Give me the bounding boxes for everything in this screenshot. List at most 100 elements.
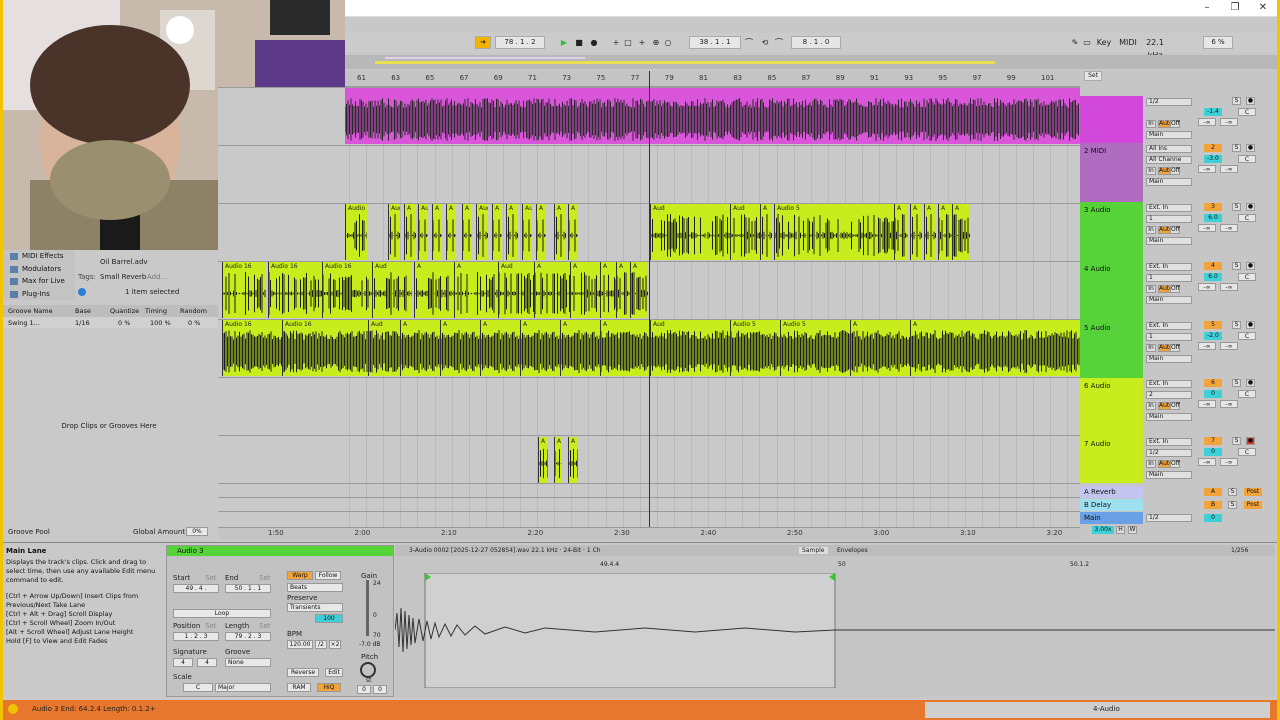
monitor-off[interactable]: Off — [1170, 285, 1180, 293]
arrangement-clip[interactable]: A — [404, 204, 416, 260]
song-position[interactable]: 78 . 1 . 2 — [495, 36, 545, 49]
send-b[interactable]: -∞ — [1220, 165, 1238, 173]
arrangement-clip[interactable]: Aud — [650, 320, 730, 376]
track-header[interactable]: 5 Audio — [1080, 320, 1143, 378]
play-icon[interactable]: ▶ — [558, 36, 570, 49]
capture-icon[interactable]: ⊕ — [651, 36, 661, 49]
arm-button[interactable]: ● — [1246, 262, 1255, 270]
monitor-in[interactable]: In — [1146, 460, 1156, 468]
computer-keyboard-icon[interactable]: ▭ — [1082, 36, 1092, 49]
edit-button[interactable]: Edit — [325, 668, 343, 677]
arrangement-clip[interactable]: A — [446, 204, 456, 260]
solo-button[interactable]: S — [1232, 262, 1241, 270]
monitor-in[interactable]: In — [1146, 167, 1156, 175]
return-activator[interactable]: A — [1204, 488, 1222, 496]
send-a[interactable]: -∞ — [1198, 224, 1216, 232]
arrangement-clip[interactable]: A — [600, 262, 616, 318]
position-set[interactable]: Set — [205, 622, 217, 630]
arrangement-clip[interactable]: A — [850, 320, 910, 376]
scale-mode[interactable]: Major — [215, 683, 271, 692]
arrangement-clip[interactable]: A — [492, 204, 502, 260]
arrangement-clip[interactable]: Aud — [650, 204, 730, 260]
browser-category[interactable]: Modulators — [22, 265, 61, 273]
arrangement-clip[interactable]: Audio 16 — [282, 320, 368, 376]
send-a[interactable]: -∞ — [1198, 400, 1216, 408]
record-icon[interactable]: ● — [588, 36, 600, 49]
hiq-button[interactable]: HiQ — [317, 683, 341, 692]
solo-button[interactable]: S — [1232, 321, 1241, 329]
arrangement-clip[interactable]: A — [538, 437, 548, 483]
arrangement-clip[interactable]: A — [910, 204, 922, 260]
length-field[interactable]: 79 . 2 . 3 — [225, 632, 271, 641]
time-ruler[interactable]: 1:50 2:00 2:10 2:20 2:30 2:40 2:50 3:00 3:10 3:20 — [218, 527, 1080, 539]
output-routing[interactable]: Main — [1146, 413, 1192, 421]
arrangement-clip[interactable]: Audio 16 — [268, 262, 322, 318]
input-channel[interactable]: 2 — [1146, 391, 1192, 399]
width-toggle[interactable]: W — [1128, 526, 1137, 534]
loop-start[interactable]: 38 . 1 . 1 — [689, 36, 741, 49]
arm-button[interactable]: ● — [1246, 379, 1255, 387]
arrangement-clip[interactable]: A — [600, 320, 650, 376]
double-bpm-button[interactable]: ×2 — [329, 640, 341, 649]
arrangement-clip[interactable]: A — [570, 262, 600, 318]
monitor-off[interactable]: Off — [1170, 402, 1180, 410]
return-post[interactable]: Post — [1244, 488, 1262, 496]
punch-out-icon[interactable]: ⌒ — [773, 36, 785, 49]
arrangement-clip[interactable]: Audio 5 — [774, 204, 894, 260]
set-button[interactable]: Set — [1084, 71, 1102, 81]
tag-chip[interactable]: Small Reverb — [100, 273, 146, 281]
volume-field[interactable]: 0 — [1204, 448, 1222, 456]
volume-field[interactable]: 6.0 — [1204, 273, 1222, 281]
arrangement-clip[interactable] — [345, 88, 1080, 144]
track-activator[interactable]: 2 — [1204, 144, 1222, 152]
input-channel[interactable]: 1 — [1146, 215, 1192, 223]
return-activator[interactable]: B — [1204, 501, 1222, 509]
start-field[interactable]: 49 . 4 . — [173, 584, 219, 593]
input-type[interactable]: Ext. In — [1146, 263, 1192, 271]
sample-editor[interactable]: 3-Audio 0002 [2025-12-27 052854].wav 22.… — [395, 545, 1275, 697]
send-a[interactable]: -∞ — [1198, 342, 1216, 350]
position-field[interactable]: 1 . 2 . 3 — [173, 632, 219, 641]
transients-select[interactable]: Transients — [287, 603, 343, 612]
reverse-button[interactable]: Reverse — [287, 668, 319, 677]
pitch-knob[interactable] — [360, 662, 376, 678]
browser-file[interactable]: Oil Barrel.adv — [100, 258, 148, 266]
send-a[interactable]: -∞ — [1198, 165, 1216, 173]
half-bpm-button[interactable]: /2 — [315, 640, 327, 649]
arrangement-clip[interactable]: A — [630, 262, 648, 318]
output-routing[interactable]: Main — [1146, 237, 1192, 245]
volume-field[interactable]: 0 — [1204, 390, 1222, 398]
scale-root[interactable]: C — [183, 683, 213, 692]
end-field[interactable]: 50 . 1 . 1 — [225, 584, 271, 593]
return-post[interactable]: Post — [1244, 501, 1262, 509]
arrangement-clip[interactable]: A — [568, 437, 578, 483]
arrangement-clip[interactable]: Aud — [498, 262, 534, 318]
solo-button[interactable]: S — [1232, 437, 1241, 445]
return-solo[interactable]: S — [1228, 488, 1237, 496]
pan-field[interactable]: C — [1238, 332, 1256, 340]
pan-field[interactable]: C — [1238, 155, 1256, 163]
pitch-semitones[interactable]: 0 — [357, 685, 371, 694]
input-channel[interactable]: 1 — [1146, 333, 1192, 341]
restore-button[interactable]: ❐ — [1228, 2, 1242, 14]
end-set[interactable]: Set — [259, 574, 271, 582]
track-header[interactable]: 2 MIDI — [1080, 143, 1143, 202]
arm-button[interactable]: ● — [1246, 97, 1255, 105]
track-activator[interactable]: 7 — [1204, 437, 1222, 445]
main-output[interactable]: 1/2 — [1146, 514, 1192, 522]
output-routing[interactable]: Main — [1146, 296, 1192, 304]
return-solo[interactable]: S — [1228, 501, 1237, 509]
monitor-off[interactable]: Off — [1170, 344, 1180, 352]
arrangement-clip[interactable]: Aud — [476, 204, 488, 260]
browser-category[interactable]: MIDI Effects — [22, 252, 64, 260]
close-button[interactable]: ✕ — [1256, 2, 1270, 14]
send-a[interactable]: -∞ — [1198, 118, 1216, 126]
gain-slider[interactable] — [366, 580, 369, 636]
monitor-in[interactable]: In — [1146, 344, 1156, 352]
track-header[interactable] — [1080, 96, 1143, 143]
pan-field[interactable]: C — [1238, 108, 1256, 116]
midi-map-button[interactable]: MIDI — [1119, 36, 1137, 49]
arrangement-clip[interactable]: Aud — [522, 204, 532, 260]
solo-button[interactable]: S — [1232, 97, 1241, 105]
pan-field[interactable]: C — [1238, 273, 1256, 281]
